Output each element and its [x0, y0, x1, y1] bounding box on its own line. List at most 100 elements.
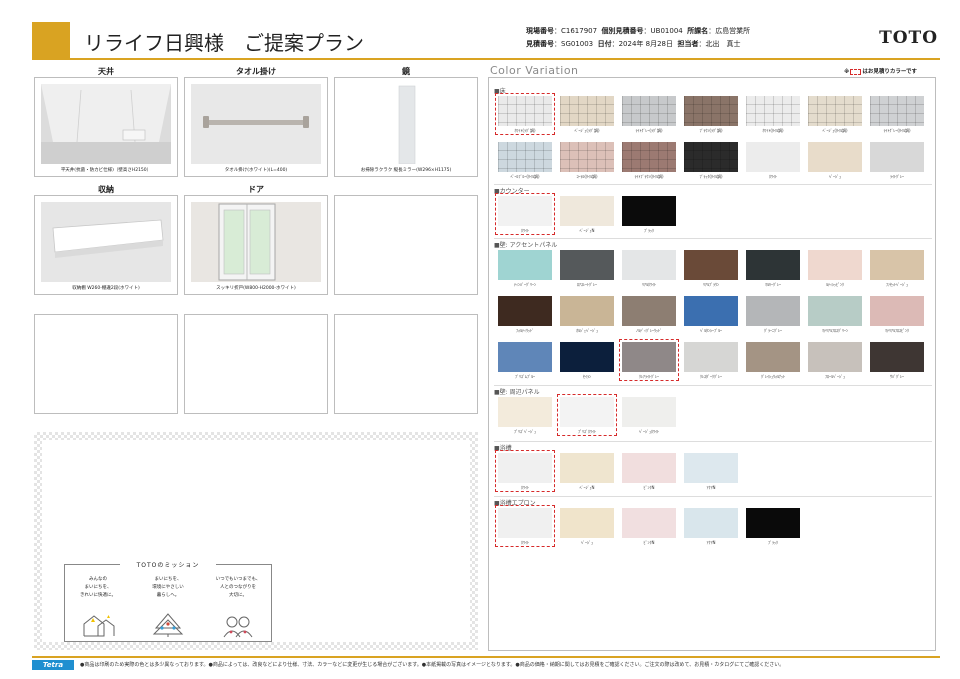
color-swatch: ﾘｱﾙﾌﾞﾗｳﾝ	[682, 248, 740, 288]
color-swatch: ﾏﾙｷｰｸﾞﾚｰ	[744, 248, 802, 288]
color-swatch: ﾍﾞｰｼﾞｭ(ﾀｲﾙ調)	[806, 94, 864, 134]
site-no-label: 現場番号	[526, 27, 554, 35]
clean-home-icon	[83, 615, 115, 637]
swatch-color-chip	[560, 296, 614, 326]
color-swatch-selected: ﾎﾜｲﾄ	[495, 450, 555, 492]
product-card-empty	[34, 314, 178, 414]
product-card-mirror: お掃除ラクラク 縦長ミラー(W296×H1175)	[334, 77, 478, 177]
swatch-color-chip	[808, 96, 862, 126]
swatch-label: ﾃｨﾝﾊﾞｰｸﾞﾘｰﾝ	[514, 282, 536, 287]
swatch-label: ﾋﾟﾝｸN	[643, 540, 655, 545]
swatch-label: ﾌﾞﾗｳﾝ(ﾗｸﾞ調)	[699, 128, 723, 133]
color-swatch: ﾃｨﾝﾊﾞｰｸﾞﾘｰﾝ	[496, 248, 554, 288]
product-label-storage: 収納	[98, 185, 114, 194]
towel-bar-image	[191, 84, 321, 164]
swatch-label: ｸﾞﾚｲｼｭｳｫﾙﾅｯﾄ	[761, 374, 785, 379]
swatch-color-chip	[498, 296, 552, 326]
swatch-color-chip	[560, 250, 614, 280]
swatch-color-chip	[560, 397, 614, 427]
swatch-color-chip	[498, 96, 552, 126]
color-swatch: ﾌﾞﾗｳﾝ(ﾗｸﾞ調)	[682, 94, 740, 134]
color-swatch: ｵﾙｼﾞｪﾍﾞｰｼﾞｭ	[558, 294, 616, 334]
note-dashed-box	[850, 68, 862, 75]
color-swatch: ﾘｱﾙﾎﾜｲﾄ	[620, 248, 678, 288]
swatch-label: ｾｲﾗﾝ	[583, 374, 591, 379]
swatch-color-chip	[746, 96, 800, 126]
swatch-label: ﾏﾙｷｰｸﾞﾚｰ	[765, 282, 781, 287]
storage-shelf-image	[41, 202, 171, 282]
color-swatch: ﾌｧｾｯﾄﾍﾞｰｼﾞｭ	[868, 248, 926, 288]
product-caption-towel-bar: タオル掛け(ホワイト)(L=400)	[224, 168, 288, 173]
swatch-color-chip	[622, 142, 676, 172]
footer-divider	[32, 656, 940, 658]
office-label: 所課名	[687, 27, 709, 35]
swatch-label: ﾌﾞﾘｽﾞﾑﾌﾞﾙｰ	[515, 374, 535, 379]
color-swatch: ﾍﾟｰﾙﾌﾞﾙｰ(ﾀｲﾙ調)	[496, 140, 554, 180]
color-swatch: ﾗｲﾄｸﾞﾚｰ(ﾗｸﾞ調)	[620, 94, 678, 134]
swatch-color-chip	[684, 296, 738, 326]
staff-label: 担当者	[677, 40, 699, 48]
color-swatch: ﾍﾞｰｼﾞｭ	[558, 506, 616, 546]
color-swatch: ｸﾞﾚｲｼｭｳｫﾙﾅｯﾄ	[744, 340, 802, 380]
note-prefix: ※	[844, 69, 850, 75]
individual-no-label: 個別見積番号	[601, 27, 644, 35]
swatch-label: ﾗｲﾄｸﾞﾚｰ	[890, 174, 904, 179]
color-swatch-selected: ｸﾚｱﾗｲﾄｸﾞﾚｰ	[619, 339, 679, 381]
swatch-color-chip	[746, 296, 800, 326]
brand-logo: TOTO	[879, 28, 938, 48]
swatch-color-chip	[684, 453, 738, 483]
eco-tree-icon	[152, 613, 184, 637]
color-swatch: ﾌﾞﾗｯｸ	[620, 194, 678, 234]
color-swatch: ｻﾊﾞｸﾞﾚｰ	[868, 340, 926, 380]
color-swatch: ｸﾚｽﾀﾞｰｸｸﾞﾚｰ	[682, 340, 740, 380]
color-swatch: ﾍﾞｰｼﾞｭN	[558, 194, 616, 234]
swatch-label: ｱｸｱN	[706, 540, 716, 545]
swatch-label: ｸﾞﾗｰﾆｸﾞﾚｰ	[764, 328, 782, 333]
header-divider	[32, 58, 940, 60]
estimate-no-label: 見積番号	[526, 40, 554, 48]
swatch-color-chip	[684, 250, 738, 280]
date: 2024年 8月28日	[618, 40, 673, 48]
swatch-color-chip	[808, 142, 862, 172]
swatch-color-chip	[684, 508, 738, 538]
swatch-label: ﾌﾞﾗｯｸ	[768, 540, 778, 545]
product-card-empty	[184, 314, 328, 414]
color-swatch: ﾍﾞｰｼﾞｭﾎﾜｲﾄ	[620, 395, 678, 435]
swatch-color-chip	[498, 250, 552, 280]
product-caption-mirror: お掃除ラクラク 縦長ミラー(W296×H1175)	[360, 168, 452, 173]
swatch-color-chip	[808, 342, 862, 372]
swatch-color-chip	[808, 296, 862, 326]
color-swatch: ﾍﾞﾙﾀﾝｼｰﾌﾞﾙｰ	[682, 294, 740, 334]
swatch-color-chip	[622, 508, 676, 538]
color-swatch: ﾋﾟﾝｸN	[620, 506, 678, 546]
swatch-label: ｱｸｱN	[706, 485, 716, 490]
color-swatch: ﾌﾞﾗｯｸ(ﾀｲﾙ調)	[682, 140, 740, 180]
product-card-empty	[334, 314, 478, 414]
swatch-label: ﾌｧｾｯﾄﾍﾞｰｼﾞｭ	[886, 282, 908, 287]
swatch-color-chip	[870, 296, 924, 326]
color-swatch: ﾉﾙﾃﾞｨｸﾞﾚｰｳｯﾄﾞ	[620, 294, 678, 334]
swatch-label: ﾌﾛｰﾙﾍﾞｰｼﾞｭ	[825, 374, 845, 379]
swatch-color-chip	[746, 250, 800, 280]
swatch-color-chip	[622, 296, 676, 326]
swatch-color-chip	[622, 453, 676, 483]
office: 広島営業所	[715, 27, 751, 35]
individual-no: UB01004	[650, 27, 683, 35]
swatch-label: ｸﾚｽﾀﾞｰｸｸﾞﾚｰ	[700, 374, 722, 379]
swatch-color-chip	[622, 397, 676, 427]
swatch-label: ﾏﾃﾘｱﾙﾌﾛｽﾋﾟﾝｸ	[885, 328, 909, 333]
swatch-label: ﾗｲﾄﾌﾞﾗｳﾝ(ﾀｲﾙ調)	[634, 174, 664, 179]
color-swatch: ﾙﾃｨｼｯﾋﾟﾝｸ	[806, 248, 864, 288]
swatch-label: ﾎﾜｲﾄ(ﾗｸﾞ調)	[514, 128, 536, 133]
color-swatch: ﾗｲﾄﾌﾞﾗｳﾝ(ﾀｲﾙ調)	[620, 140, 678, 180]
mission-text-3: いつでもいつまでも、 人とのつながりを 大切に。	[215, 577, 261, 598]
page-title: リライフ日興様 ご提案プラン	[84, 31, 364, 55]
swatch-color-chip	[684, 342, 738, 372]
swatch-color-chip	[498, 508, 552, 538]
product-card-storage: 収納棚 W260-棚違2段(ホワイト)	[34, 195, 178, 295]
mirror-image	[341, 84, 471, 164]
swatch-color-chip	[560, 96, 614, 126]
color-swatch: ﾌﾟﾘｽﾞﾍﾞｰｼﾞｭ	[496, 395, 554, 435]
ceiling-image	[41, 84, 171, 164]
color-swatch: ﾗｲﾄｸﾞﾚｰ(ﾀｲﾙ調)	[868, 94, 926, 134]
